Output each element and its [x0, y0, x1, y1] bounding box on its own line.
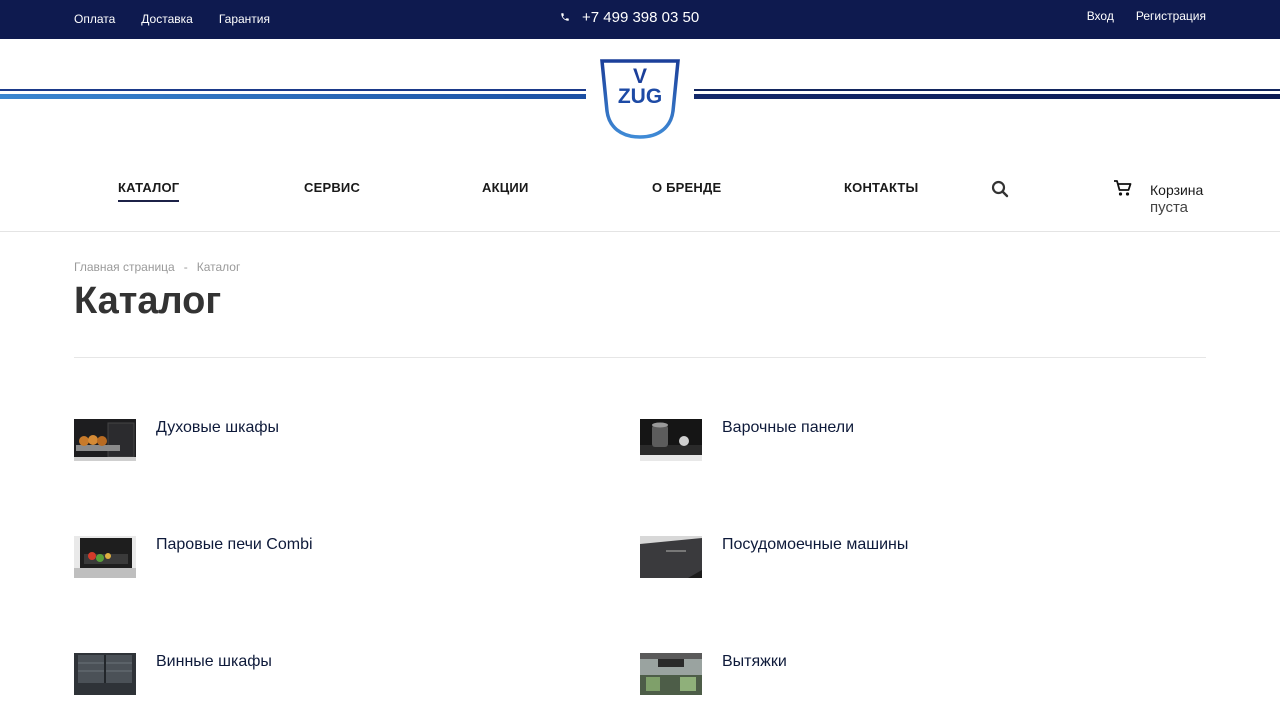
logo-band: V ZUG	[0, 39, 1280, 159]
logo-word-zug: ZUG	[618, 85, 662, 108]
catalog-item-label: Винные шкафы	[156, 653, 272, 670]
right-stripe-thick	[694, 94, 1280, 99]
catalog-item-label: Варочные панели	[722, 419, 855, 436]
cooktop-thumbnail	[640, 419, 702, 461]
breadcrumb-current: Каталог	[196, 260, 241, 274]
phone-block[interactable]: +7 499 398 03 50	[560, 9, 699, 26]
catalog-item-cooktops[interactable]: Варочные панели	[640, 419, 1140, 479]
catalog-item-hoods[interactable]: Вытяжки	[640, 653, 1140, 713]
page-title: Каталог	[74, 280, 222, 322]
nav-item-about-brand[interactable]: О БРЕНДЕ	[652, 180, 721, 195]
right-stripe-thin	[694, 89, 1280, 91]
steam-oven-thumbnail	[74, 536, 136, 578]
brand-logo[interactable]: V ZUG	[599, 59, 681, 141]
catalog-item-label: Паровые печи Combi	[156, 536, 313, 553]
left-stripe-thick	[0, 94, 586, 99]
catalog-item-ovens[interactable]: Духовые шкафы	[74, 419, 574, 479]
catalog-item-label: Духовые шкафы	[156, 419, 279, 436]
catalog-item-steam-ovens[interactable]: Паровые печи Combi	[74, 536, 574, 596]
breadcrumb: Главная страница - Каталог	[74, 260, 240, 274]
top-link-payment[interactable]: Оплата	[74, 12, 115, 26]
main-nav: КАТАЛОГ СЕРВИС АКЦИИ О БРЕНДЕ КОНТАКТЫ К…	[0, 170, 1280, 232]
dishwasher-thumbnail	[640, 536, 702, 578]
oven-thumbnail	[74, 419, 136, 461]
left-stripe-thin	[0, 89, 586, 91]
nav-item-service[interactable]: СЕРВИС	[304, 180, 360, 195]
phone-icon	[560, 12, 572, 24]
catalog-item-dishwashers[interactable]: Посудомоечные машины	[640, 536, 1140, 596]
register-link[interactable]: Регистрация	[1136, 9, 1206, 23]
cart-label: Корзина	[1150, 182, 1204, 198]
nav-item-contacts[interactable]: КОНТАКТЫ	[844, 180, 918, 195]
wine-cabinet-thumbnail	[74, 653, 136, 695]
cart-status: пуста	[1150, 199, 1188, 216]
cart-icon[interactable]	[1113, 179, 1133, 197]
search-icon[interactable]	[991, 180, 1009, 198]
top-link-delivery[interactable]: Доставка	[141, 12, 193, 26]
auth-links: Вход Регистрация	[1065, 9, 1206, 23]
catalog-item-label: Вытяжки	[722, 653, 787, 670]
catalog-item-wine-cabinets[interactable]: Винные шкафы	[74, 653, 574, 713]
top-bar: Оплата Доставка Гарантия +7 499 398 03 5…	[0, 0, 1280, 39]
nav-item-promotions[interactable]: АКЦИИ	[482, 180, 529, 195]
cart-summary[interactable]: Корзина пуста	[1150, 181, 1203, 217]
login-link[interactable]: Вход	[1087, 9, 1114, 23]
phone-number[interactable]: +7 499 398 03 50	[582, 9, 699, 26]
top-links: Оплата Доставка Гарантия	[74, 12, 296, 26]
catalog-item-label: Посудомоечные машины	[722, 536, 909, 553]
divider	[74, 357, 1206, 358]
breadcrumb-separator: -	[183, 260, 188, 274]
breadcrumb-home[interactable]: Главная страница	[74, 260, 175, 274]
top-link-warranty[interactable]: Гарантия	[219, 12, 270, 26]
nav-item-catalog[interactable]: КАТАЛОГ	[118, 180, 180, 202]
hood-thumbnail	[640, 653, 702, 695]
